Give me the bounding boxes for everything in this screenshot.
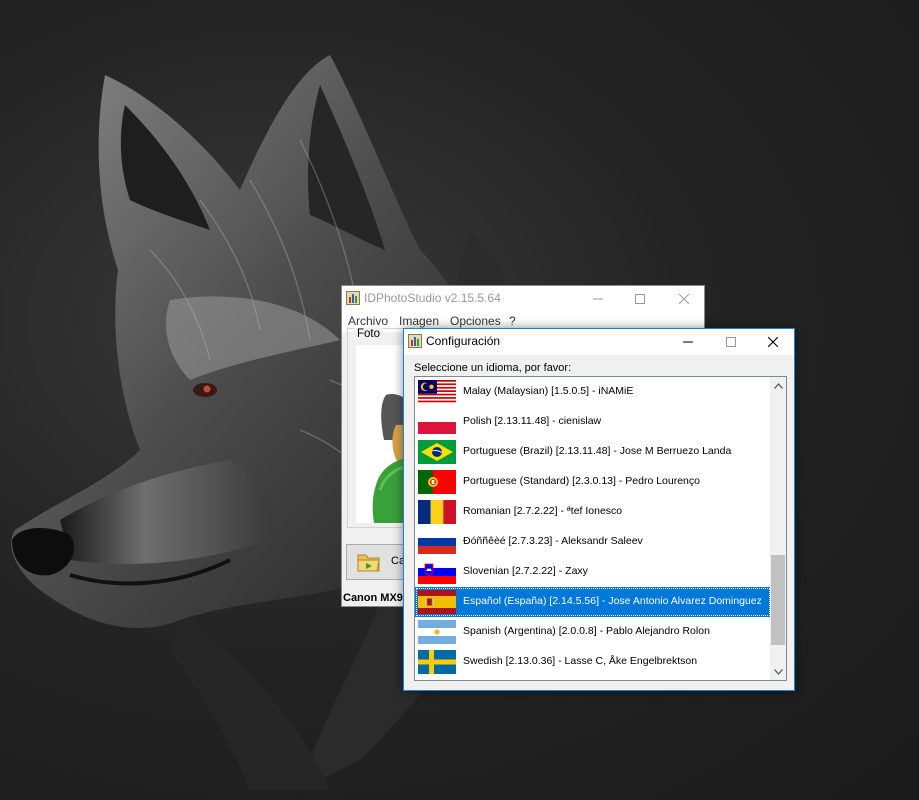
close-button[interactable] <box>662 286 706 312</box>
minimize-icon <box>683 341 693 343</box>
language-label: Portuguese (Standard) [2.3.0.13] - Pedro… <box>463 475 700 487</box>
printer-name: Canon MX92 <box>343 592 410 604</box>
argentina-flag-icon <box>418 620 456 644</box>
language-prompt: Seleccione un idioma, por favor: <box>414 362 572 374</box>
configuracion-dialog: Configuración Seleccione un idioma, por … <box>403 328 795 691</box>
foto-group-label: Foto <box>354 328 384 340</box>
minimize-icon <box>593 298 603 300</box>
maximize-icon <box>726 337 736 347</box>
language-item-polish[interactable]: Polish [2.13.11.48] - cienislaw <box>415 407 771 437</box>
chevron-up-icon <box>773 382 783 389</box>
menu-imagen[interactable]: Imagen <box>399 314 439 328</box>
language-item-spanish-argentina[interactable]: Spanish (Argentina) [2.0.0.8] - Pablo Al… <box>415 617 771 647</box>
language-label: Malay (Malaysian) [1.5.0.5] - iNAMiE <box>463 385 634 397</box>
language-item-spanish-spain[interactable]: Español (España) [2.14.5.56] - Jose Anto… <box>415 587 771 617</box>
idphotostudio-app-icon <box>346 291 360 305</box>
language-item-russian[interactable]: Ðóññêèé [2.7.3.23] - Aleksandr Saleev <box>415 527 771 557</box>
menu-archivo[interactable]: Archivo <box>348 314 388 328</box>
config-window-title: Configuración <box>426 334 501 348</box>
slovenia-flag-icon <box>418 560 456 584</box>
scrollbar-thumb[interactable] <box>771 555 785 645</box>
language-item-portuguese-brazil[interactable]: Portuguese (Brazil) [2.13.11.48] - Jose … <box>415 437 771 467</box>
close-icon <box>768 337 778 347</box>
portugal-flag-icon <box>418 470 456 494</box>
language-item-swedish[interactable]: Swedish [2.13.0.36] - Lasse C, Åke Engel… <box>415 647 771 677</box>
language-label: Portuguese (Brazil) [2.13.11.48] - Jose … <box>463 445 732 457</box>
spain-flag-icon <box>418 590 456 614</box>
language-label: Spanish (Argentina) [2.0.0.8] - Pablo Al… <box>463 625 710 637</box>
main-window-title: IDPhotoStudio v2.15.5.64 <box>364 291 501 305</box>
language-label: Español (España) [2.14.5.56] - Jose Anto… <box>463 595 762 607</box>
maximize-button[interactable] <box>618 286 662 312</box>
sweden-flag-icon <box>418 650 456 674</box>
language-list-scrollbar[interactable] <box>770 377 786 680</box>
minimize-button[interactable] <box>576 286 620 312</box>
language-label: Swedish [2.13.0.36] - Lasse C, Åke Engel… <box>463 655 698 667</box>
malaysia-flag-icon <box>418 380 456 404</box>
poland-flag-icon <box>418 410 456 434</box>
romania-flag-icon <box>418 500 456 524</box>
idphotostudio-app-icon <box>408 334 422 348</box>
scroll-down-button[interactable] <box>770 663 786 680</box>
russia-flag-icon <box>418 530 456 554</box>
language-list[interactable]: Malay (Malaysian) [1.5.0.5] - iNAMiE Pol… <box>414 376 787 681</box>
minimize-button[interactable] <box>666 329 710 355</box>
close-icon <box>679 294 689 304</box>
main-title-bar[interactable]: IDPhotoStudio v2.15.5.64 <box>342 286 704 312</box>
language-label: Slovenian [2.7.2.22] - Zaxy <box>463 565 588 577</box>
config-title-bar[interactable]: Configuración <box>404 329 794 355</box>
language-label: Romanian [2.7.2.22] - ªtef Ionesco <box>463 505 623 517</box>
language-label: Ðóññêèé [2.7.3.23] - Aleksandr Saleev <box>463 535 643 547</box>
chevron-down-icon <box>773 668 783 675</box>
scroll-up-button[interactable] <box>770 377 786 394</box>
language-item-portuguese-standard[interactable]: Portuguese (Standard) [2.3.0.13] - Pedro… <box>415 467 771 497</box>
maximize-icon <box>635 294 645 304</box>
language-item-slovenian[interactable]: Slovenian [2.7.2.22] - Zaxy <box>415 557 771 587</box>
menu-help[interactable]: ? <box>509 314 516 328</box>
language-item-romanian[interactable]: Romanian [2.7.2.22] - ªtef Ionesco <box>415 497 771 527</box>
menu-opciones[interactable]: Opciones <box>450 314 501 328</box>
folder-icon <box>357 554 380 572</box>
brazil-flag-icon <box>418 440 456 464</box>
maximize-button[interactable] <box>709 329 753 355</box>
language-item-malay[interactable]: Malay (Malaysian) [1.5.0.5] - iNAMiE <box>415 377 771 407</box>
language-label: Polish [2.13.11.48] - cienislaw <box>463 415 602 427</box>
close-button[interactable] <box>751 329 795 355</box>
